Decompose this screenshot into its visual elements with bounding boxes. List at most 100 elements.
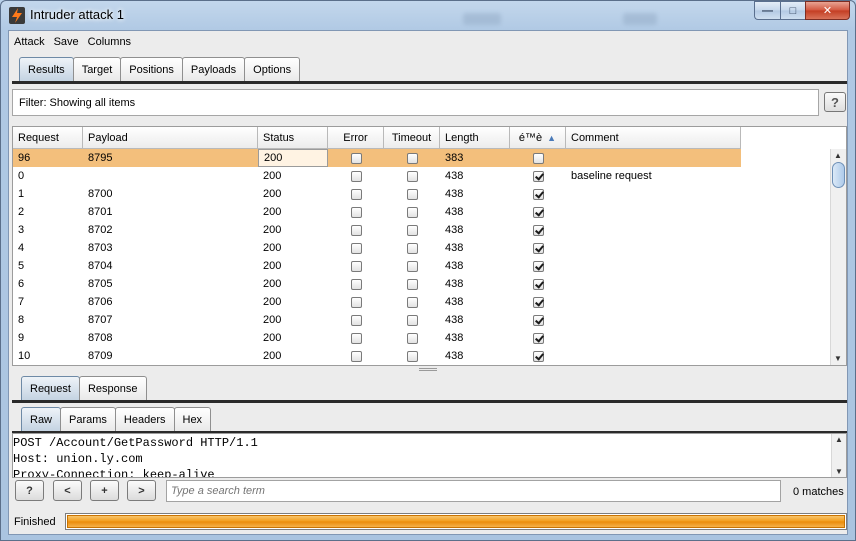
menu-columns[interactable]: Columns: [88, 36, 131, 48]
table-row[interactable]: 4 8703 200 438: [13, 239, 741, 257]
cell-flag: [510, 275, 566, 293]
header-col-length[interactable]: Length: [440, 127, 510, 149]
scroll-up-icon[interactable]: ▲: [834, 151, 842, 160]
error-checkbox: [350, 278, 362, 290]
detail-tab-divider: [12, 400, 847, 403]
tab-raw[interactable]: Raw: [21, 407, 62, 431]
cell-request: 10: [18, 350, 31, 362]
table-row[interactable]: 8 8707 200 438: [13, 311, 741, 329]
cell-length: 383: [445, 152, 464, 164]
background-blur: [623, 13, 657, 25]
menu-save[interactable]: Save: [54, 36, 79, 48]
minimize-button[interactable]: —: [754, 1, 780, 20]
header-col-comment[interactable]: Comment: [566, 127, 741, 149]
tab-request[interactable]: Request: [21, 376, 80, 400]
cell-comment: [566, 185, 741, 203]
editor-scroll-up-icon[interactable]: ▲: [835, 435, 843, 444]
cell-length: 438: [445, 206, 464, 218]
header-col-payload[interactable]: Payload: [83, 127, 258, 149]
cell-status: 200: [263, 224, 282, 236]
filter-text: Filter: Showing all items: [19, 96, 136, 109]
cell-request: 8: [18, 314, 25, 326]
cell-error: [328, 347, 384, 365]
header-col-status[interactable]: Status: [258, 127, 328, 149]
cell-error: [328, 293, 384, 311]
scroll-down-icon[interactable]: ▼: [834, 354, 842, 363]
table-row[interactable]: 6 8705 200 438: [13, 275, 741, 293]
tab-headers[interactable]: Headers: [114, 407, 175, 431]
tab-hex[interactable]: Hex: [173, 407, 212, 431]
timeout-checkbox: [406, 278, 418, 290]
tab-results[interactable]: Results: [19, 57, 74, 81]
filter-bar[interactable]: Filter: Showing all items: [12, 89, 819, 116]
timeout-checkbox: [406, 332, 418, 344]
cell-flag: [510, 293, 566, 311]
filter-help-button[interactable]: ?: [824, 92, 846, 112]
cell-timeout: [384, 347, 440, 365]
editor-scrollbar[interactable]: ▲ ▼: [831, 434, 846, 477]
tab-target[interactable]: Target: [72, 57, 122, 81]
tab-positions[interactable]: Positions: [120, 57, 183, 81]
request-editor[interactable]: POST /Account/GetPassword HTTP/1.1 Host:…: [12, 433, 847, 478]
cell-length: 438: [445, 278, 464, 290]
timeout-checkbox: [406, 170, 418, 182]
search-add-button[interactable]: +: [90, 480, 119, 501]
menu-attack[interactable]: Attack: [14, 36, 45, 48]
scroll-thumb[interactable]: [832, 162, 845, 188]
cell-payload: 8709: [88, 350, 113, 362]
status-label: Finished: [14, 516, 56, 528]
editor-scroll-down-icon[interactable]: ▼: [835, 467, 843, 476]
header-label: Error: [343, 131, 368, 144]
error-checkbox: [350, 188, 362, 200]
search-help-button[interactable]: ?: [15, 480, 44, 501]
table-row[interactable]: 10 8709 200 438: [13, 347, 741, 365]
title-bar[interactable]: Intruder attack 1 — □ ✕: [1, 1, 855, 29]
cell-request: 6: [18, 278, 25, 290]
header-col-request[interactable]: Request: [13, 127, 83, 149]
header-col-timeout[interactable]: Timeout: [384, 127, 440, 149]
table-row[interactable]: 2 8701 200 438: [13, 203, 741, 221]
cell-comment: [566, 275, 741, 293]
header-col-flag[interactable]: é™è ▲: [510, 127, 566, 149]
cell-error: [328, 239, 384, 257]
cell-status: 200: [263, 170, 282, 182]
editor-line: Host: union.ly.com: [13, 452, 143, 466]
header-label: Length: [445, 131, 479, 144]
table-row[interactable]: 0 200 438 baseline request: [13, 167, 741, 185]
search-input[interactable]: [166, 480, 781, 502]
error-checkbox: [350, 206, 362, 218]
table-row[interactable]: 3 8702 200 438: [13, 221, 741, 239]
table-row[interactable]: 1 8700 200 438: [13, 185, 741, 203]
cell-payload: 8708: [88, 332, 113, 344]
table-row[interactable]: 96 8795 200 383: [13, 149, 741, 167]
cell-timeout: [384, 293, 440, 311]
cell-request: 5: [18, 260, 25, 272]
header-col-error[interactable]: Error: [328, 127, 384, 149]
cell-timeout: [384, 149, 440, 167]
cell-payload: 8706: [88, 296, 113, 308]
cell-length: 438: [445, 350, 464, 362]
maximize-button[interactable]: □: [780, 1, 805, 20]
search-next-button[interactable]: >: [127, 480, 156, 501]
table-scrollbar[interactable]: ▲ ▼: [830, 149, 846, 365]
close-button[interactable]: ✕: [805, 1, 850, 20]
window-title: Intruder attack 1: [30, 7, 124, 22]
flag-checkbox: [532, 242, 544, 254]
table-row[interactable]: 5 8704 200 438: [13, 257, 741, 275]
tab-response[interactable]: Response: [78, 376, 147, 400]
tab-params[interactable]: Params: [60, 407, 116, 431]
tab-payloads[interactable]: Payloads: [181, 57, 246, 81]
cell-timeout: [384, 311, 440, 329]
split-pane-grip[interactable]: [419, 368, 437, 371]
cell-timeout: [384, 203, 440, 221]
cell-flag: [510, 347, 566, 365]
search-prev-button[interactable]: <: [53, 480, 82, 501]
cell-length: 438: [445, 242, 464, 254]
cell-request: 3: [18, 224, 25, 236]
table-row[interactable]: 9 8708 200 438: [13, 329, 741, 347]
tab-options[interactable]: Options: [244, 57, 301, 81]
detail-tabs: Request Response: [21, 376, 147, 400]
header-label: é™è: [518, 131, 543, 144]
table-row[interactable]: 7 8706 200 438: [13, 293, 741, 311]
cell-timeout: [384, 257, 440, 275]
